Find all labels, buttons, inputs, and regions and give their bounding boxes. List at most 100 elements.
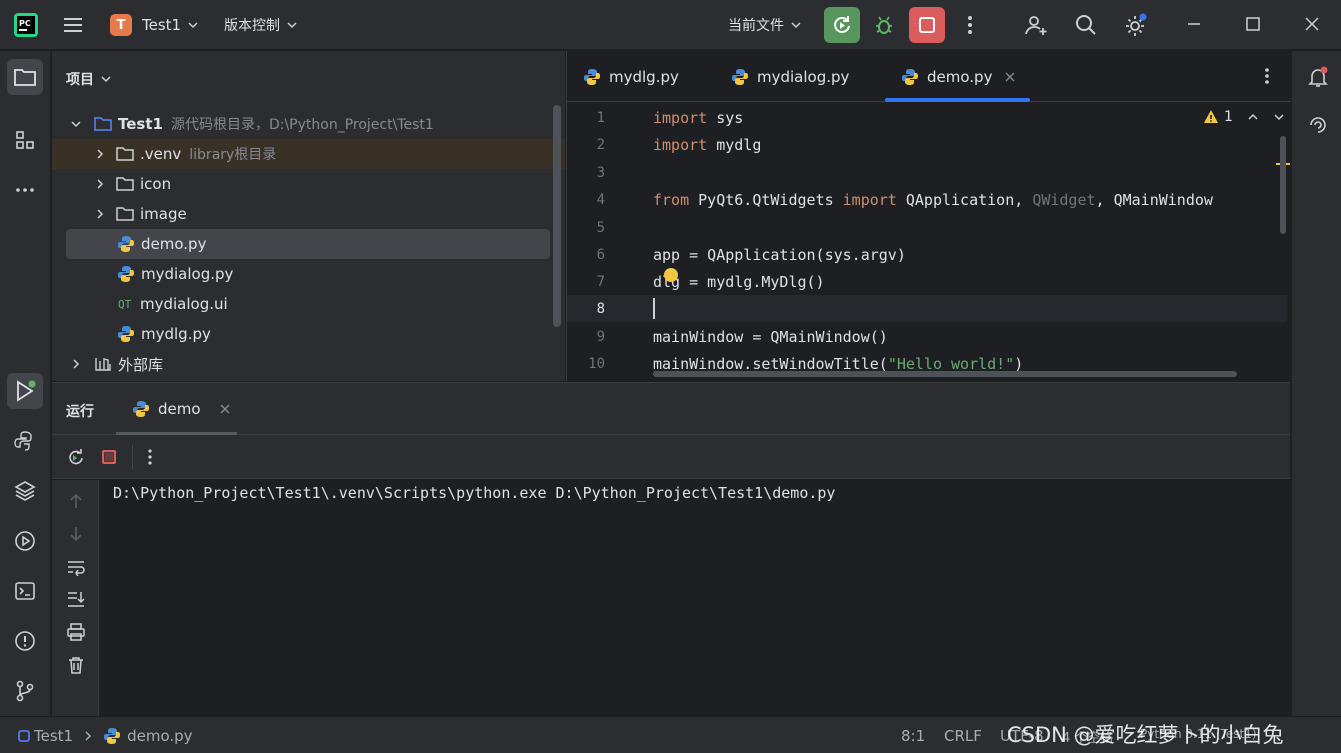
- right-tool-strip: [1291, 51, 1341, 716]
- tree-item-image-folder[interactable]: image: [52, 199, 565, 229]
- code-line-1: 1 import sys: [567, 104, 1287, 131]
- more-actions-icon[interactable]: [960, 14, 980, 36]
- scroll-to-end-icon[interactable]: [65, 588, 87, 610]
- tab-options-icon[interactable]: [1259, 66, 1275, 86]
- main-menu-icon[interactable]: [62, 14, 84, 36]
- line-separator[interactable]: CRLF: [944, 727, 982, 745]
- code-line-8: 8: [567, 295, 1287, 322]
- stop-icon[interactable]: [101, 449, 117, 465]
- pycharm-logo-icon[interactable]: PC: [14, 13, 38, 37]
- active-tab-indicator: [885, 98, 1030, 102]
- line-number: 6: [596, 246, 605, 263]
- close-tab-icon[interactable]: [219, 403, 231, 415]
- editor-horizontal-scrollbar[interactable]: [653, 371, 1237, 377]
- run-tool-button[interactable]: [7, 373, 43, 409]
- project-panel-header[interactable]: 项目: [66, 69, 112, 89]
- more-tools-icon[interactable]: [7, 172, 43, 208]
- project-selector[interactable]: T Test1: [110, 14, 199, 36]
- project-badge: T: [110, 14, 132, 36]
- code-token: app = QApplication(sys.argv): [653, 245, 906, 264]
- tree-item-label: icon: [140, 175, 172, 193]
- git-button[interactable]: [7, 673, 43, 709]
- run-play-icon: [13, 379, 37, 403]
- breadcrumb: Test1 demo.py: [18, 727, 193, 745]
- python-file-icon: [132, 400, 150, 418]
- search-icon[interactable]: [1074, 13, 1098, 37]
- maximize-window-icon[interactable]: [1245, 16, 1261, 32]
- editor-tabs: mydlg.py mydialog.py demo.py: [567, 51, 1291, 102]
- editor-vertical-scrollbar[interactable]: [1280, 136, 1286, 234]
- tree-item-mydialog-ui[interactable]: QT mydialog.ui: [52, 289, 565, 319]
- minimize-window-icon[interactable]: [1186, 16, 1202, 32]
- python-console-button[interactable]: [7, 423, 43, 459]
- tree-item-venv[interactable]: .venv library根目录: [52, 139, 565, 169]
- tree-item-icon-folder[interactable]: icon: [52, 169, 565, 199]
- python-packages-button[interactable]: [7, 473, 43, 509]
- python-file-icon: [117, 235, 135, 253]
- notifications-bell-icon[interactable]: [1300, 59, 1336, 95]
- terminal-button[interactable]: [7, 573, 43, 609]
- tree-item-mydialog-py[interactable]: mydialog.py: [52, 259, 565, 289]
- close-window-icon[interactable]: [1304, 16, 1320, 32]
- chevron-right-icon: [94, 208, 106, 220]
- console-output[interactable]: D:\Python_Project\Test1\.venv\Scripts\py…: [113, 484, 835, 502]
- git-branch-icon: [14, 680, 36, 702]
- tree-item-label: mydlg.py: [141, 325, 211, 343]
- stop-button[interactable]: [909, 7, 945, 43]
- code-token: QWidget: [1032, 190, 1096, 209]
- tree-item-demo-py[interactable]: demo.py: [66, 229, 550, 259]
- chevron-down-icon: [100, 73, 112, 85]
- arrow-up-icon[interactable]: [65, 490, 87, 512]
- code-text: app = QApplication(sys.argv): [653, 246, 906, 264]
- caret-position[interactable]: 8:1: [901, 727, 925, 745]
- services-button[interactable]: [7, 523, 43, 559]
- settings-gear-icon[interactable]: [1123, 13, 1149, 39]
- problems-button[interactable]: [7, 623, 43, 659]
- code-text: mainWindow.setWindowTitle("Hello world!"…: [653, 355, 1023, 373]
- structure-tool-button[interactable]: [7, 122, 43, 158]
- rerun-button[interactable]: [824, 7, 860, 43]
- breadcrumb-project[interactable]: Test1: [34, 727, 73, 745]
- trash-icon[interactable]: [65, 654, 87, 676]
- editor-panel: mydlg.py mydialog.py demo.py 1 1 import …: [566, 51, 1291, 381]
- rerun-icon[interactable]: [65, 447, 85, 467]
- run-config-selector[interactable]: 当前文件: [728, 15, 802, 35]
- code-token: QApplication,: [896, 190, 1033, 209]
- tab-mydialog-py[interactable]: mydialog.py: [731, 51, 849, 102]
- folder-icon: [116, 176, 134, 192]
- tab-demo-py[interactable]: demo.py: [885, 51, 1030, 102]
- chevron-right-icon: [94, 178, 106, 190]
- services-icon: [14, 530, 36, 552]
- tree-item-root[interactable]: Test1 源代码根目录，D:\Python_Project\Test1: [52, 109, 565, 139]
- run-tab-label: demo: [158, 400, 201, 418]
- tree-item-mydlg-py[interactable]: mydlg.py: [52, 319, 565, 349]
- qt-file-icon: QT: [118, 297, 132, 311]
- close-tab-icon[interactable]: [1004, 71, 1016, 83]
- debug-button[interactable]: [866, 7, 902, 43]
- chevron-down-icon: [187, 19, 199, 31]
- line-number: 3: [596, 164, 605, 181]
- tree-item-external-libs[interactable]: 外部库: [52, 349, 565, 379]
- code-token: mainWindow.setWindowTitle(: [653, 354, 888, 373]
- run-panel-header: 运行 demo: [52, 383, 1290, 435]
- arrow-down-icon[interactable]: [65, 523, 87, 545]
- vcs-menu[interactable]: 版本控制: [224, 15, 298, 35]
- rerun-icon: [831, 14, 853, 36]
- breadcrumb-file[interactable]: demo.py: [127, 727, 192, 745]
- more-actions-icon[interactable]: [142, 447, 158, 467]
- tab-mydlg-py[interactable]: mydlg.py: [583, 51, 679, 102]
- project-tool-button[interactable]: [7, 59, 43, 95]
- intention-bulb-icon[interactable]: [664, 268, 678, 282]
- code-token: ): [1014, 354, 1024, 373]
- python-file-icon: [117, 265, 135, 283]
- status-bar: Test1 demo.py 8:1 CRLF UTF-8 4 个空格 Pytho…: [0, 716, 1341, 753]
- text-cursor: [653, 298, 655, 319]
- code-line-3: 3: [567, 159, 1287, 186]
- ai-assistant-icon[interactable]: [1300, 107, 1336, 143]
- project-scrollbar[interactable]: [553, 105, 561, 327]
- soft-wrap-icon[interactable]: [65, 556, 87, 578]
- print-icon[interactable]: [65, 621, 87, 643]
- code-text: mainWindow = QMainWindow(): [653, 328, 888, 346]
- add-user-icon[interactable]: [1024, 13, 1048, 37]
- run-tab-demo[interactable]: demo: [116, 383, 237, 435]
